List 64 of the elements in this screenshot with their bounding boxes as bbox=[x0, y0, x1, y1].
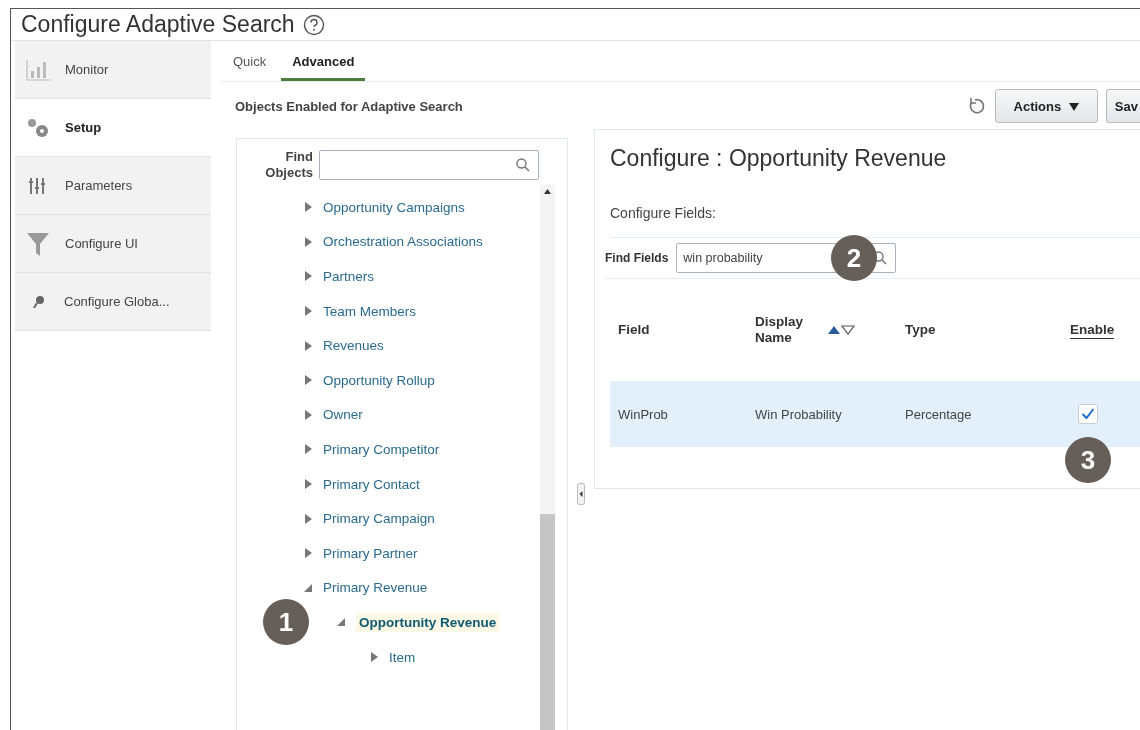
expand-icon[interactable] bbox=[303, 306, 313, 317]
bar-chart-icon bbox=[25, 57, 53, 82]
search-icon[interactable] bbox=[515, 157, 531, 173]
tree-item[interactable]: Primary Competitor bbox=[323, 441, 440, 457]
column-header: Enable bbox=[1070, 321, 1115, 339]
find-objects-field[interactable] bbox=[319, 150, 539, 180]
expand-icon[interactable] bbox=[369, 652, 379, 662]
expand-icon[interactable] bbox=[303, 271, 313, 282]
tree-item[interactable]: Owner bbox=[323, 407, 363, 423]
panel-title: Configure : Opportunity Revenue bbox=[610, 145, 948, 172]
collapse-icon[interactable] bbox=[336, 617, 346, 628]
column-header[interactable]: Display Name bbox=[755, 314, 819, 346]
configure-fields-label: Configure Fields: bbox=[610, 205, 1140, 238]
caret-icon bbox=[1068, 102, 1079, 111]
tree-item[interactable]: Opportunity Campaigns bbox=[323, 199, 465, 215]
tab[interactable]: Quick bbox=[222, 41, 278, 81]
pin-icon bbox=[33, 295, 44, 308]
tree-item[interactable]: Opportunity Revenue bbox=[356, 612, 500, 632]
tree-item[interactable]: Item bbox=[389, 649, 416, 665]
step-callout: 1 bbox=[263, 599, 309, 646]
scroll-up-icon[interactable] bbox=[544, 189, 551, 194]
find-objects-label: Find Objects bbox=[264, 149, 313, 181]
tree-item[interactable]: Partners bbox=[323, 269, 375, 284]
column-header: Field bbox=[618, 322, 650, 338]
tree-item[interactable]: Primary Campaign bbox=[323, 511, 435, 527]
expand-icon[interactable] bbox=[303, 236, 313, 247]
tree-item[interactable]: Opportunity Rollup bbox=[323, 372, 435, 388]
sort-icon[interactable] bbox=[827, 325, 855, 335]
expand-icon[interactable] bbox=[303, 513, 313, 524]
table-cell-text: Win Probability bbox=[755, 406, 843, 422]
tab[interactable]: Advanced bbox=[281, 41, 366, 81]
sidebar-item[interactable]: Configure UI bbox=[15, 215, 211, 273]
tree-item[interactable]: Revenues bbox=[323, 338, 384, 354]
column-header: Type bbox=[905, 322, 936, 338]
tree-item[interactable]: Primary Partner bbox=[323, 545, 418, 561]
enable-checkbox[interactable] bbox=[1078, 404, 1098, 424]
expand-icon[interactable] bbox=[303, 444, 313, 455]
expand-icon[interactable] bbox=[303, 375, 313, 386]
step-callout: 3 bbox=[1065, 437, 1111, 483]
sidebar-item[interactable]: Monitor bbox=[15, 41, 211, 99]
tree-item[interactable]: Team Members bbox=[323, 303, 417, 319]
table-cell-text: WinProb bbox=[617, 406, 669, 422]
table-cell-text: Percentage bbox=[905, 406, 973, 422]
table-row[interactable]: WinProb Win Probability Percentage bbox=[610, 381, 1140, 447]
expand-icon[interactable] bbox=[303, 340, 313, 351]
step-callout: 2 bbox=[831, 235, 877, 281]
expand-icon[interactable] bbox=[303, 548, 313, 559]
expand-icon[interactable] bbox=[303, 202, 313, 213]
expand-icon[interactable] bbox=[303, 479, 313, 490]
find-fields-label: Find Fields bbox=[605, 251, 669, 265]
actions-button[interactable]: Actions bbox=[994, 89, 1098, 123]
help-icon[interactable] bbox=[302, 13, 325, 36]
collapse-icon[interactable] bbox=[303, 582, 313, 593]
scrollbar[interactable] bbox=[540, 185, 555, 730]
page-title: Configure Adaptive Search bbox=[21, 11, 295, 38]
sidebar-item[interactable]: Configure Globa... bbox=[15, 273, 211, 331]
tree-item[interactable]: Primary Contact bbox=[323, 476, 420, 492]
expand-icon[interactable] bbox=[303, 409, 313, 420]
tree-item[interactable]: Primary Revenue bbox=[323, 580, 428, 596]
collapse-pane-handle[interactable] bbox=[577, 483, 585, 505]
save-button[interactable]: Sav bbox=[1105, 89, 1140, 123]
section-title: Objects Enabled for Adaptive Search bbox=[235, 98, 463, 114]
sidebar-item[interactable]: Parameters bbox=[15, 157, 211, 215]
tree-item[interactable]: Orchestration Associations bbox=[323, 234, 483, 250]
